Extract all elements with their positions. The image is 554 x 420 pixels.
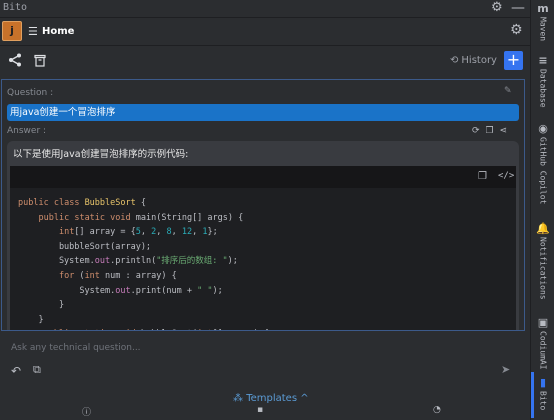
sidebar-item-label: Notifications — [538, 237, 548, 300]
insert-code-icon[interactable]: </> — [498, 171, 514, 181]
sidebar-item-label: Bito — [538, 391, 548, 411]
answer-bubble: 以下是使用Java创建冒泡排序的示例代码: ❐ </> public class… — [7, 141, 519, 330]
code-line: System.out.print(num + " "); — [18, 285, 223, 296]
tab-home-label: Home — [42, 26, 75, 37]
sidebar-item-label: Database — [538, 69, 548, 108]
history-label: History — [461, 55, 497, 66]
gear-icon[interactable]: ⚙ — [491, 0, 503, 15]
code-line: public static void main(String[] args) { — [38, 212, 244, 223]
question-input[interactable]: Ask any technical question... — [11, 343, 141, 353]
bottom-bar: ⓘ ▪ ◔ — [0, 405, 530, 420]
new-chat-button[interactable]: + — [504, 51, 523, 70]
context-icon[interactable]: ⧉ — [33, 363, 41, 377]
share-answer-icon[interactable]: ⋖ — [500, 126, 508, 136]
code-line: public static void bubbleSort(int[] arra… — [18, 327, 269, 330]
sidebar-item-bito[interactable]: ▮ Bito — [531, 376, 554, 410]
codiumai-icon: ▣ — [537, 316, 549, 329]
templates-button[interactable]: ⁂ Templates ^ — [233, 393, 309, 404]
sidebar-item-label: GitHub Copilot — [538, 137, 548, 205]
sidebar-item-codiumai[interactable]: ▣ CodiumAI — [531, 316, 554, 370]
regenerate-icon[interactable]: ⟳ — [472, 126, 480, 136]
question-bubble: 用java创建一个冒泡排序 — [7, 104, 519, 121]
templates-label: Templates ^ — [246, 393, 309, 404]
code-line: System.out.println("排序后的数组: "); — [18, 256, 238, 267]
history-icon: ⟲ — [450, 55, 459, 66]
right-sidebar: m Maven ≡ Database ◉ GitHub Copilot 🔔 No… — [530, 0, 554, 420]
bell-icon: 🔔 — [536, 222, 550, 235]
chat-panel: Question : ✎ 用java创建一个冒泡排序 Answer : ⟳ ❐ ⋖ … — [1, 79, 525, 331]
bito-icon: ▮ — [539, 376, 547, 389]
edit-icon[interactable]: ✎ — [504, 86, 512, 96]
toolbar: ⟲ History + — [0, 46, 530, 76]
answer-label: Answer : — [7, 126, 47, 136]
sidebar-item-github-copilot[interactable]: ◉ GitHub Copilot — [531, 122, 554, 204]
sidebar-item-database[interactable]: ≡ Database — [531, 54, 554, 108]
code-line: for (int num : array) { — [58, 270, 177, 281]
code-line: } — [18, 314, 44, 325]
window-title: Bito — [3, 2, 28, 13]
copilot-icon: ◉ — [538, 122, 548, 135]
code-block: ❐ </> public class BubbleSort { public s… — [10, 166, 516, 330]
menu-icon: ☰ — [28, 25, 38, 38]
trash-icon[interactable] — [34, 52, 46, 71]
undo-icon[interactable]: ↶ — [11, 364, 21, 378]
sidebar-item-label: CodiumAI — [538, 331, 548, 370]
help-icon[interactable]: ⓘ — [82, 405, 91, 418]
code-line: } — [18, 300, 65, 311]
chat-icon[interactable]: ▪ — [257, 405, 263, 415]
share-icon[interactable] — [8, 52, 22, 71]
feedback-icon[interactable]: ◔ — [433, 405, 441, 415]
copy-icon[interactable]: ❐ — [486, 126, 494, 136]
title-bar: Bito ⚙ — — [0, 0, 530, 18]
avatar[interactable]: j — [2, 21, 22, 41]
settings-icon[interactable]: ⚙ — [510, 22, 523, 38]
code-line: public class BubbleSort { — [18, 198, 146, 208]
sidebar-item-maven[interactable]: m Maven — [531, 2, 554, 41]
sidebar-item-notifications[interactable]: 🔔 Notifications — [531, 222, 554, 300]
history-button[interactable]: ⟲ History — [450, 55, 497, 66]
send-icon[interactable]: ➤ — [501, 363, 510, 376]
tab-bar: j ☰ Home ⚙ — [0, 18, 530, 46]
code-header: ❐ </> — [10, 166, 516, 188]
minimize-icon[interactable]: — — [511, 0, 525, 16]
templates-icon: ⁂ — [233, 393, 243, 404]
code-line: int[] array = {5, 2, 8, 12, 1}; — [58, 227, 218, 238]
maven-icon: m — [537, 2, 549, 15]
answer-actions: ⟳ ❐ ⋖ — [472, 126, 513, 136]
database-icon: ≡ — [538, 54, 548, 67]
code-content: public class BubbleSort { public static … — [18, 196, 269, 330]
sidebar-item-label: Maven — [538, 17, 548, 42]
question-label: Question : — [7, 88, 54, 98]
code-line: bubbleSort(array); — [18, 241, 152, 252]
copy-code-icon[interactable]: ❐ — [478, 171, 487, 182]
answer-intro: 以下是使用Java创建冒泡排序的示例代码: — [13, 149, 189, 160]
question-input-area: Ask any technical question... ↶ ⧉ ➤ — [1, 334, 523, 384]
